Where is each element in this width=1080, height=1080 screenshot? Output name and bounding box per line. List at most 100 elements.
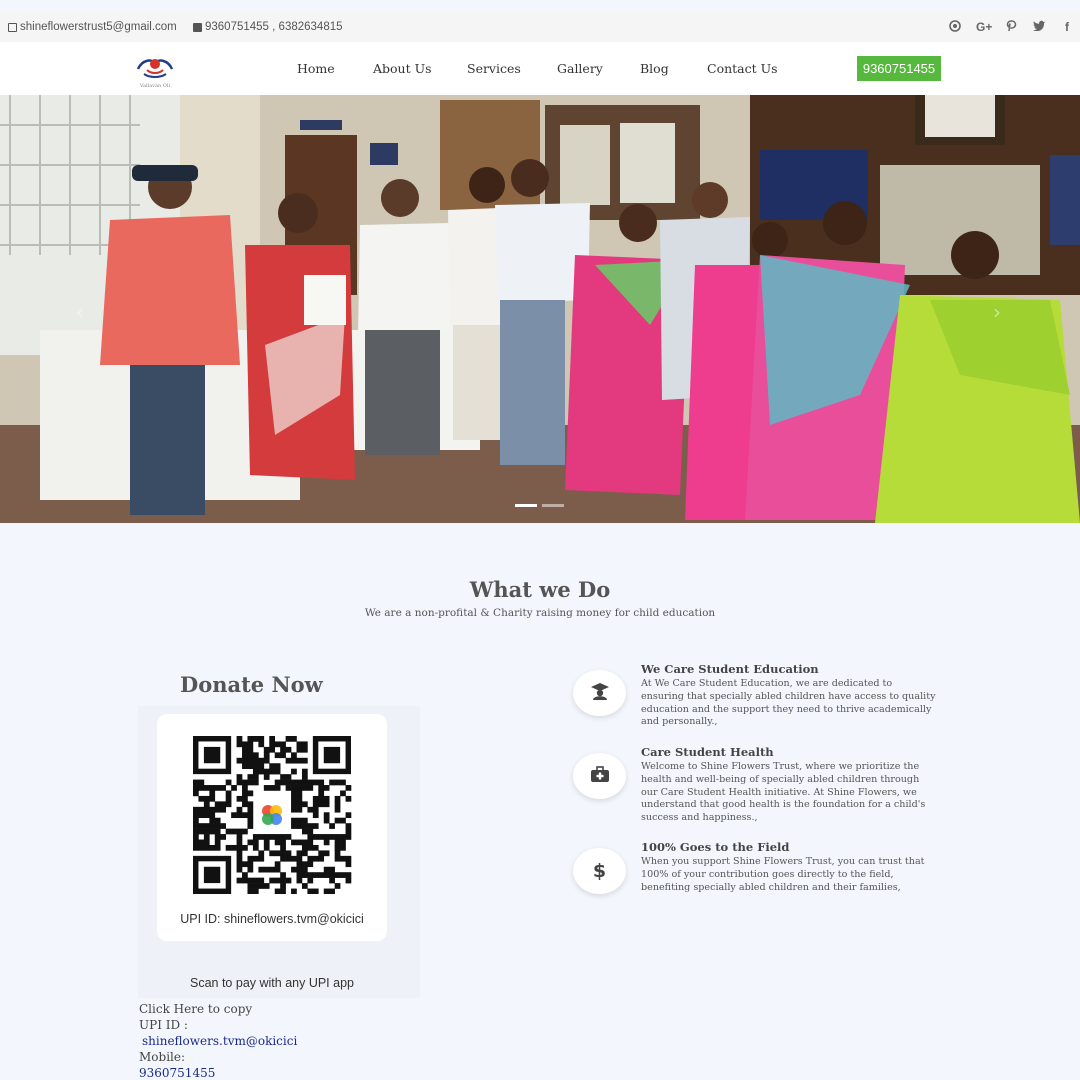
qr-module bbox=[323, 834, 330, 840]
qr-module bbox=[193, 828, 199, 835]
qr-module bbox=[252, 883, 259, 889]
qr-module bbox=[258, 855, 265, 862]
email-text[interactable]: shineflowerstrust5@gmail.com bbox=[20, 21, 177, 33]
hero-carousel[interactable]: ‹ › bbox=[0, 95, 1080, 523]
qr-module bbox=[340, 872, 346, 878]
qr-module bbox=[307, 872, 314, 878]
qr-module bbox=[334, 779, 341, 786]
upi-value-link[interactable]: shineflowers.tvm@okicici bbox=[139, 1033, 297, 1049]
qr-module bbox=[285, 877, 292, 884]
qr-module bbox=[296, 785, 303, 791]
qr-module bbox=[242, 741, 248, 748]
qr-module bbox=[209, 785, 216, 791]
github-icon[interactable] bbox=[948, 19, 962, 35]
qr-module bbox=[323, 785, 330, 791]
qr-module bbox=[312, 855, 319, 862]
qr-module bbox=[269, 785, 276, 791]
hero-photo bbox=[0, 95, 1080, 523]
qr-module bbox=[296, 741, 303, 748]
phone-icon bbox=[193, 22, 202, 32]
qr-module bbox=[285, 785, 292, 791]
qr-module bbox=[263, 785, 270, 791]
qr-module bbox=[312, 795, 319, 802]
qr-module bbox=[274, 779, 281, 786]
qr-module bbox=[334, 839, 341, 846]
qr-module bbox=[258, 757, 265, 764]
qr-module bbox=[198, 806, 205, 813]
qr-module bbox=[220, 801, 226, 808]
call-button[interactable]: 9360751455 bbox=[857, 56, 941, 81]
qr-module bbox=[323, 866, 330, 873]
qr-module bbox=[334, 844, 341, 851]
qr-module bbox=[236, 877, 243, 884]
qr-module bbox=[247, 774, 254, 780]
qr-module bbox=[296, 861, 303, 868]
qr-module bbox=[329, 866, 335, 873]
pinterest-icon[interactable] bbox=[1004, 19, 1018, 35]
qr-module bbox=[345, 877, 352, 884]
qr-module bbox=[340, 844, 346, 851]
site-logo[interactable]: Vallavan Oli bbox=[132, 54, 178, 90]
nav-gallery[interactable]: Gallery bbox=[557, 61, 603, 76]
copy-label[interactable]: Click Here to copy bbox=[139, 1001, 297, 1017]
nav-services[interactable]: Services bbox=[467, 61, 521, 76]
qr-module bbox=[247, 752, 254, 759]
qr-module bbox=[252, 839, 259, 846]
google-plus-icon[interactable]: G+ bbox=[976, 20, 992, 34]
qr-module bbox=[236, 812, 243, 819]
qr-module bbox=[263, 834, 270, 840]
qr-module bbox=[214, 823, 221, 829]
qr-module bbox=[225, 779, 232, 786]
qr-module bbox=[203, 812, 210, 819]
qr-module bbox=[307, 834, 314, 840]
qr-module bbox=[247, 746, 254, 753]
nav-home[interactable]: Home bbox=[297, 61, 335, 76]
qr-module bbox=[209, 790, 216, 797]
facebook-icon[interactable]: f bbox=[1060, 20, 1074, 34]
qr-module bbox=[296, 806, 303, 813]
qr-module bbox=[296, 823, 303, 829]
qr-module bbox=[301, 861, 308, 868]
qr-module bbox=[323, 872, 330, 878]
mobile-value-link[interactable]: 9360751455 bbox=[139, 1065, 297, 1080]
upi-copy-block: Click Here to copy UPI ID : shineflowers… bbox=[139, 1001, 297, 1080]
qr-module bbox=[340, 839, 346, 846]
carousel-dot-2[interactable] bbox=[542, 504, 564, 507]
qr-module bbox=[285, 779, 292, 786]
qr-module bbox=[345, 855, 352, 862]
qr-module bbox=[291, 768, 297, 775]
qr-module bbox=[345, 861, 352, 868]
phone-contact[interactable]: 9360751455 , 6382634815 bbox=[193, 21, 343, 33]
phone-text[interactable]: 9360751455 , 6382634815 bbox=[205, 21, 343, 33]
qr-module bbox=[214, 834, 221, 840]
qr-module bbox=[209, 817, 216, 824]
qr-module bbox=[274, 785, 281, 791]
qr-module bbox=[269, 768, 276, 775]
qr-module bbox=[307, 828, 314, 835]
nav-blog[interactable]: Blog bbox=[640, 61, 669, 76]
qr-module bbox=[247, 757, 254, 764]
nav-contact-us[interactable]: Contact Us bbox=[707, 61, 778, 76]
carousel-next-arrow[interactable]: › bbox=[993, 300, 1001, 324]
section-title: What we Do bbox=[469, 577, 611, 602]
qr-module bbox=[203, 785, 210, 791]
qr-module bbox=[263, 746, 270, 753]
qr-module bbox=[291, 801, 297, 808]
qr-module bbox=[247, 741, 254, 748]
qr-module bbox=[252, 752, 259, 759]
qr-module bbox=[318, 801, 325, 808]
nav-about-us[interactable]: About Us bbox=[373, 61, 432, 76]
email-contact[interactable]: shineflowerstrust5@gmail.com bbox=[8, 21, 177, 33]
qr-module bbox=[209, 795, 216, 802]
qr-module bbox=[274, 866, 281, 873]
twitter-icon[interactable] bbox=[1032, 20, 1046, 34]
qr-code[interactable] bbox=[182, 736, 362, 894]
qr-module bbox=[312, 812, 319, 819]
qr-module bbox=[198, 779, 205, 786]
qr-module bbox=[263, 768, 270, 775]
carousel-prev-arrow[interactable]: ‹ bbox=[76, 300, 84, 324]
qr-module bbox=[323, 850, 330, 857]
qr-module bbox=[209, 823, 216, 829]
qr-module bbox=[214, 844, 221, 851]
carousel-dot-1[interactable] bbox=[515, 504, 537, 507]
